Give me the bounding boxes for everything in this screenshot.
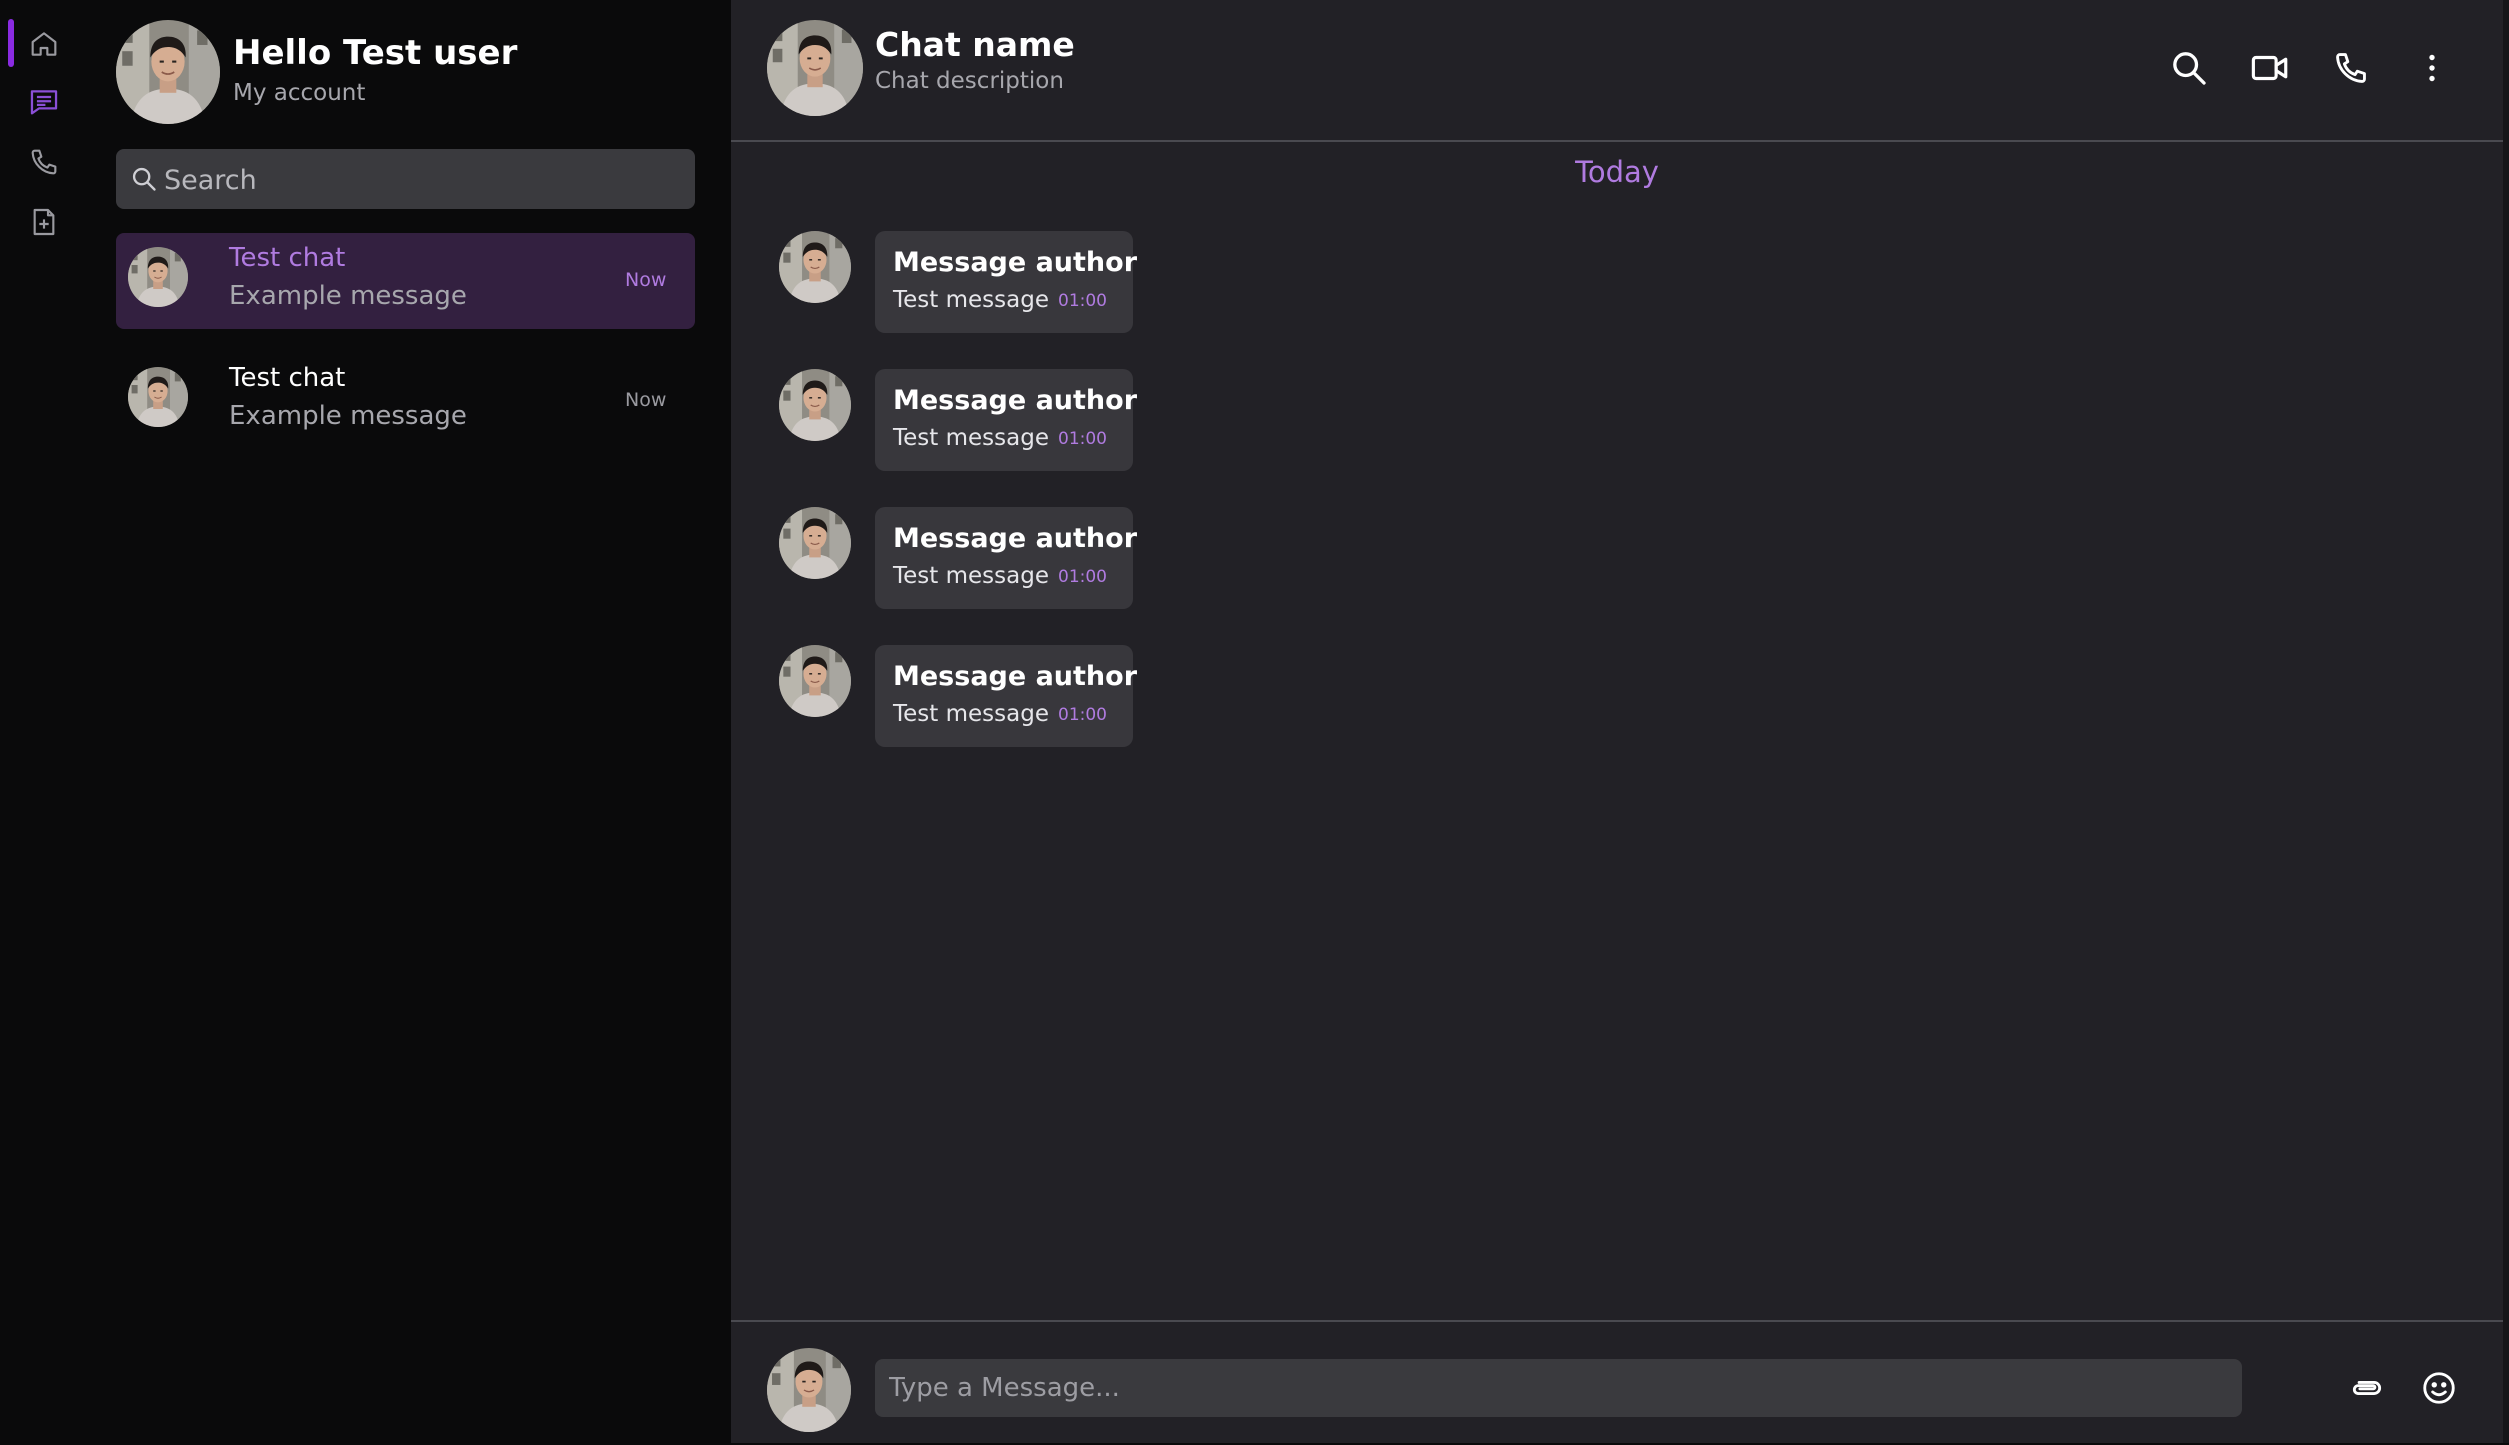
- chat-avatar[interactable]: [767, 20, 863, 116]
- chat-time: Now: [625, 389, 667, 411]
- search-input[interactable]: [162, 149, 686, 211]
- home-icon: [31, 32, 57, 56]
- more-vertical-icon: [2429, 54, 2435, 82]
- message-time: 01:00: [1058, 567, 1107, 587]
- search-chat-button[interactable]: [2165, 44, 2213, 92]
- phone-icon: [31, 149, 57, 175]
- message-author: Message author: [893, 385, 1138, 416]
- more-options-button[interactable]: [2408, 44, 2456, 92]
- message: Message author Test message 01:00: [731, 231, 1331, 333]
- account-greeting: Hello Test user: [233, 33, 518, 73]
- user-avatar[interactable]: [116, 20, 220, 124]
- active-nav-indicator: [8, 19, 14, 67]
- message-input[interactable]: [875, 1359, 2242, 1417]
- message-author-avatar[interactable]: [779, 369, 851, 441]
- message-composer: [731, 1320, 2503, 1445]
- attach-icon: [2352, 1381, 2382, 1395]
- search-box: [116, 149, 695, 211]
- file-add-icon: [33, 208, 55, 236]
- emoji-icon: [2423, 1372, 2455, 1404]
- nav-files[interactable]: [24, 202, 64, 242]
- nav-home[interactable]: [24, 24, 64, 64]
- day-separator: Today: [1575, 155, 1659, 189]
- chat-time: Now: [625, 269, 667, 291]
- chat-list-item[interactable]: Test chat Example message Now: [116, 233, 695, 329]
- chat-icon: [30, 90, 58, 115]
- chat-preview: Example message: [229, 401, 467, 431]
- nav-calls[interactable]: [24, 142, 64, 182]
- chat-sidebar: Hello Test user My account Test chat Exa…: [88, 0, 731, 1443]
- message-time: 01:00: [1058, 429, 1107, 449]
- search-icon: [132, 167, 156, 191]
- message-bubble[interactable]: Message author Test message 01:00: [875, 231, 1137, 333]
- chat-preview: Example message: [229, 281, 467, 311]
- scrollbar[interactable]: [2503, 0, 2509, 1443]
- message: Message author Test message 01:00: [731, 369, 1331, 471]
- phone-icon: [2336, 53, 2366, 83]
- message-author: Message author: [893, 247, 1138, 278]
- message-bubble[interactable]: Message author Test message 01:00: [875, 507, 1137, 609]
- nav-rail: [0, 0, 88, 1443]
- chat-list-item[interactable]: Test chat Example message Now: [116, 353, 695, 449]
- emoji-button[interactable]: [2417, 1366, 2461, 1410]
- chat-title: Test chat: [229, 243, 346, 273]
- video-call-icon: [2251, 55, 2288, 81]
- message-time: 01:00: [1058, 291, 1107, 311]
- search-icon: [2173, 52, 2206, 85]
- voice-call-button[interactable]: [2327, 44, 2375, 92]
- message-author-avatar[interactable]: [779, 507, 851, 579]
- chat-header: Chat name Chat description: [731, 0, 2503, 142]
- message-bubble[interactable]: Message author Test message 01:00: [875, 645, 1137, 747]
- message-text: Test message: [893, 287, 1049, 313]
- message-bubble[interactable]: Message author Test message 01:00: [875, 369, 1137, 471]
- message-text: Test message: [893, 701, 1049, 727]
- message-author-avatar[interactable]: [779, 645, 851, 717]
- my-account-link[interactable]: My account: [233, 80, 365, 106]
- chat-window: Chat name Chat description Today Message…: [731, 0, 2503, 1443]
- message-author: Message author: [893, 523, 1138, 554]
- message-text: Test message: [893, 425, 1049, 451]
- chat-avatar: [128, 367, 188, 427]
- attach-button[interactable]: [2345, 1366, 2389, 1410]
- user-avatar: [767, 1348, 851, 1432]
- message: Message author Test message 01:00: [731, 645, 1331, 747]
- chat-title: Test chat: [229, 363, 346, 393]
- chat-avatar: [128, 247, 188, 307]
- chat-name: Chat name: [875, 25, 1075, 64]
- message-time: 01:00: [1058, 705, 1107, 725]
- message-text: Test message: [893, 563, 1049, 589]
- video-call-button[interactable]: [2246, 44, 2294, 92]
- message-author-avatar[interactable]: [779, 231, 851, 303]
- nav-chats[interactable]: [24, 82, 64, 122]
- message: Message author Test message 01:00: [731, 507, 1331, 609]
- message-author: Message author: [893, 661, 1138, 692]
- chat-description: Chat description: [875, 68, 1064, 94]
